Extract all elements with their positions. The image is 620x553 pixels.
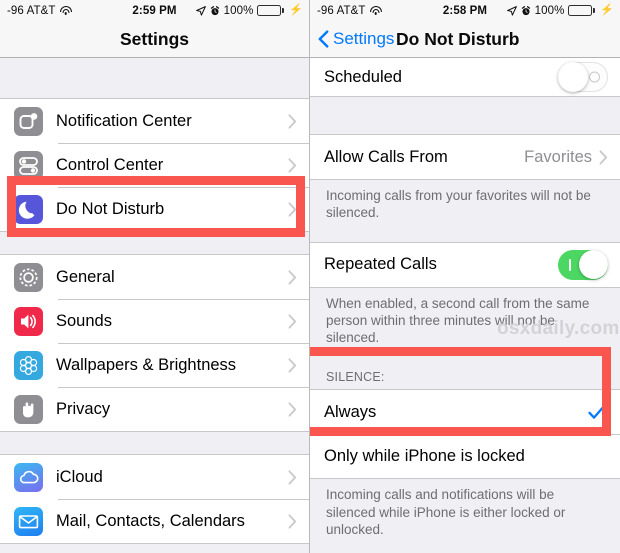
sidebar-item-sounds[interactable]: Sounds bbox=[0, 299, 309, 343]
sidebar-item-wallpapers-brightness[interactable]: Wallpapers & Brightness bbox=[0, 343, 309, 387]
sidebar-item-label: Privacy bbox=[56, 399, 111, 418]
chevron-right-icon bbox=[288, 313, 297, 329]
location-arrow-icon bbox=[195, 5, 206, 16]
silence-option-only-while-locked[interactable]: Only while iPhone is locked bbox=[310, 434, 620, 479]
page-title: Do Not Disturb bbox=[396, 28, 520, 49]
sidebar-item-do-not-disturb[interactable]: Do Not Disturb bbox=[0, 187, 309, 231]
gear-icon bbox=[14, 262, 43, 292]
section-gap-repeated bbox=[310, 229, 620, 242]
silence-option-label: Only while iPhone is locked bbox=[324, 446, 525, 465]
status-bar-right: 100% ⚡ bbox=[506, 4, 614, 17]
sidebar-item-notification-center[interactable]: Notification Center bbox=[0, 99, 309, 143]
navigation-bar: Settings Do Not Disturb bbox=[310, 21, 620, 58]
back-button-label: Settings bbox=[333, 29, 395, 48]
battery-percent-label: 100% bbox=[223, 4, 254, 17]
allow-calls-from-row[interactable]: Allow Calls From Favorites bbox=[310, 135, 620, 179]
chevron-right-icon bbox=[599, 149, 608, 165]
do-not-disturb-moon-icon bbox=[14, 194, 43, 224]
scheduled-label: Scheduled bbox=[324, 67, 402, 86]
sidebar-item-mail-contacts-calendars[interactable]: Mail, Contacts, Calendars bbox=[0, 499, 309, 543]
silence-option-label: Always bbox=[324, 402, 377, 421]
silence-options-group: Always Only while iPhone is locked bbox=[310, 389, 620, 480]
charging-bolt-icon: ⚡ bbox=[600, 4, 614, 16]
silence-option-always[interactable]: Always bbox=[310, 390, 620, 435]
chevron-right-icon bbox=[288, 357, 297, 373]
sidebar-item-label: iCloud bbox=[56, 467, 103, 486]
battery-icon bbox=[257, 5, 285, 16]
charging-bolt-icon: ⚡ bbox=[289, 4, 303, 16]
repeated-calls-toggle[interactable] bbox=[558, 249, 608, 280]
back-button[interactable]: Settings bbox=[310, 29, 394, 49]
status-bar: -96 AT&T 2:58 PM 100% ⚡ bbox=[310, 0, 620, 21]
settings-group-3: iCloud Mail, Contacts, Calendars bbox=[0, 454, 309, 544]
battery-icon bbox=[568, 5, 596, 16]
allow-calls-from-label: Allow Calls From bbox=[324, 147, 448, 166]
alarm-clock-icon bbox=[521, 5, 530, 15]
silence-footer: Incoming calls and notifications will be… bbox=[310, 479, 620, 547]
scheduled-row[interactable]: Scheduled bbox=[310, 58, 620, 96]
silence-section-header: SILENCE: bbox=[310, 363, 620, 390]
checkmark-icon bbox=[588, 405, 605, 419]
chevron-right-icon bbox=[288, 269, 297, 285]
watermark: osxdaily.com bbox=[497, 318, 620, 339]
alarm-clock-icon bbox=[210, 5, 219, 15]
allow-calls-from-value: Favorites bbox=[524, 147, 592, 166]
privacy-hand-icon bbox=[14, 394, 43, 424]
sidebar-item-label: Mail, Contacts, Calendars bbox=[56, 511, 245, 530]
control-center-icon bbox=[14, 150, 43, 180]
navigation-bar: Settings bbox=[0, 21, 309, 58]
right-phone-screen: -96 AT&T 2:58 PM 100% ⚡ Settings Do Not … bbox=[310, 0, 620, 553]
chevron-right-icon bbox=[288, 201, 297, 217]
sidebar-item-label: Wallpapers & Brightness bbox=[56, 355, 237, 374]
icloud-cloud-icon bbox=[14, 462, 43, 492]
chevron-right-icon bbox=[288, 113, 297, 129]
battery-percent-label: 100% bbox=[534, 4, 565, 17]
location-arrow-icon bbox=[506, 5, 517, 16]
section-gap-2 bbox=[0, 432, 309, 454]
sidebar-item-label: Do Not Disturb bbox=[56, 199, 165, 218]
dual-screenshot-container: -96 AT&T 2:59 PM 100% ⚡ Settings Notific… bbox=[0, 0, 620, 553]
settings-group-1: Notification Center Control Center Do No… bbox=[0, 98, 309, 232]
repeated-calls-label: Repeated Calls bbox=[324, 255, 437, 274]
allow-calls-footer: Incoming calls from your favorites will … bbox=[310, 180, 620, 230]
page-title: Settings bbox=[119, 28, 190, 49]
chevron-right-icon bbox=[288, 401, 297, 417]
sidebar-item-icloud[interactable]: iCloud bbox=[0, 455, 309, 499]
wallpaper-flower-icon bbox=[14, 350, 43, 380]
sidebar-item-label: Control Center bbox=[56, 155, 164, 174]
section-gap-scheduled bbox=[310, 97, 620, 134]
status-bar-right: 100% ⚡ bbox=[195, 4, 303, 17]
mail-envelope-icon bbox=[14, 506, 43, 536]
sidebar-item-label: Sounds bbox=[56, 311, 112, 330]
allow-calls-group: Allow Calls From Favorites bbox=[310, 134, 620, 180]
chevron-right-icon bbox=[288, 469, 297, 485]
settings-group-2: General Sounds Wallpapers & Brightness P… bbox=[0, 254, 309, 432]
repeated-calls-row[interactable]: Repeated Calls bbox=[310, 242, 620, 287]
sidebar-item-control-center[interactable]: Control Center bbox=[0, 143, 309, 187]
scheduled-group: Scheduled bbox=[310, 58, 620, 97]
sidebar-item-privacy[interactable]: Privacy bbox=[0, 387, 309, 431]
sidebar-item-label: General bbox=[56, 267, 115, 286]
sidebar-item-label: Notification Center bbox=[56, 111, 192, 130]
scheduled-toggle[interactable] bbox=[558, 62, 608, 92]
left-phone-screen: -96 AT&T 2:59 PM 100% ⚡ Settings Notific… bbox=[0, 0, 310, 553]
speaker-icon bbox=[14, 306, 43, 336]
section-gap-top bbox=[0, 58, 309, 98]
chevron-right-icon bbox=[288, 157, 297, 173]
section-gap-1 bbox=[0, 232, 309, 254]
status-bar: -96 AT&T 2:59 PM 100% ⚡ bbox=[0, 0, 309, 21]
section-gap-silence bbox=[310, 354, 620, 364]
chevron-left-icon bbox=[318, 30, 329, 48]
sidebar-item-general[interactable]: General bbox=[0, 255, 309, 299]
chevron-right-icon bbox=[288, 513, 297, 529]
repeated-calls-group: Repeated Calls bbox=[310, 241, 620, 288]
notification-center-icon bbox=[14, 106, 43, 136]
